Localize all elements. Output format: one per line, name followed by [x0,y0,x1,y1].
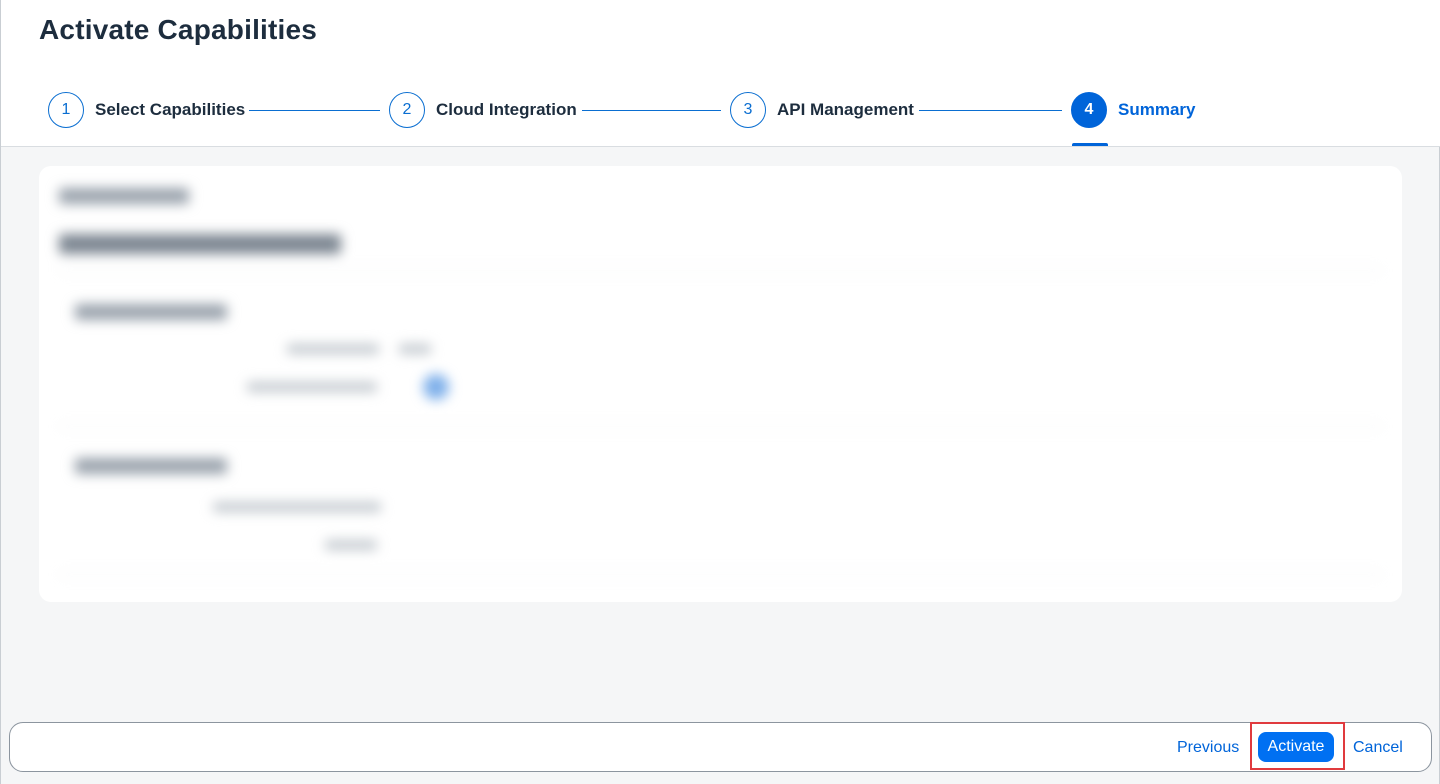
step-label: API Management [777,100,914,119]
wizard-step-summary[interactable]: 4 Summary [1071,91,1195,129]
dialog-footer-toolbar: Previous Activate Cancel [9,722,1432,772]
step-connector [919,110,1062,111]
wizard-step-select-capabilities[interactable]: 1 Select Capabilities [48,91,245,129]
active-step-indicator [1072,143,1108,146]
step-connector [249,110,380,111]
step-number-badge: 4 [1071,92,1107,128]
step-label: Select Capabilities [95,100,246,119]
step-number-badge: 1 [48,92,84,128]
cancel-button[interactable]: Cancel [1351,735,1405,761]
step-number-badge: 2 [389,92,425,128]
step-number-badge: 3 [730,92,766,128]
blurred-summary-content [39,166,1402,602]
step-label: Cloud Integration [436,100,577,119]
summary-content-card [39,166,1402,602]
dialog-header: Activate Capabilities 1 Select Capabilit… [1,0,1440,147]
previous-button[interactable]: Previous [1175,735,1241,761]
step-label: Summary [1118,100,1196,119]
wizard-step-cloud-integration[interactable]: 2 Cloud Integration [389,91,577,129]
wizard-step-api-management[interactable]: 3 API Management [730,91,914,129]
dialog-title: Activate Capabilities [39,14,318,45]
activate-button-highlight [1250,722,1345,770]
activate-capabilities-dialog: Activate Capabilities 1 Select Capabilit… [0,0,1440,784]
step-connector [582,110,721,111]
